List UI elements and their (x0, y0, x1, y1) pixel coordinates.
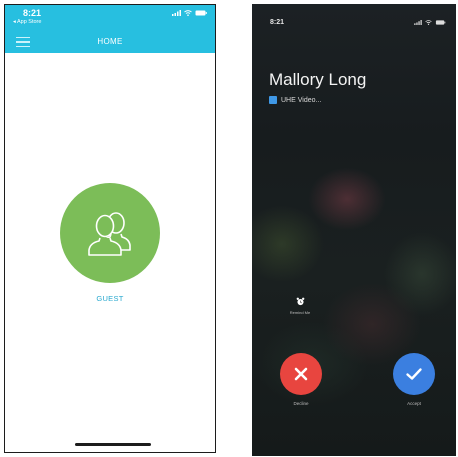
battery-icon (195, 10, 207, 16)
remind-me-button[interactable]: Remind Me (282, 297, 318, 315)
guest-button[interactable] (60, 183, 160, 283)
page-title: HOME (97, 37, 123, 46)
nav-bar: HOME (5, 31, 215, 53)
status-time: 8:21 (23, 8, 42, 18)
home-screen: 8:21 ◂ App Store HOME GUEST (4, 4, 216, 453)
guest-label[interactable]: GUEST (96, 294, 123, 303)
alarm-clock-icon (296, 297, 304, 306)
decline-button[interactable]: Decline (280, 353, 322, 406)
checkmark-icon (406, 368, 422, 380)
signal-icon (414, 20, 422, 25)
caller-app-row: UHE Video... (269, 96, 321, 104)
caller-app-name: UHE Video... (281, 96, 322, 104)
back-to-app-store-link[interactable]: ◂ App Store (13, 19, 41, 25)
decline-circle[interactable] (280, 353, 322, 395)
accept-button[interactable]: Accept (393, 353, 435, 406)
battery-icon (435, 20, 446, 25)
accept-label: Accept (407, 401, 421, 406)
decline-label: Decline (293, 401, 309, 406)
system-icons (414, 20, 446, 25)
remind-me-label: Remind Me (289, 310, 311, 315)
incoming-call-screen: 8:21 Mallory Long UHE Video... Remind Me (252, 4, 456, 456)
accept-circle[interactable] (393, 353, 435, 395)
close-x-icon (294, 367, 308, 381)
status-bar: 8:21 ◂ App Store (5, 5, 215, 31)
guest-section: GUEST (5, 183, 215, 303)
caller-name: Mallory Long (269, 70, 367, 89)
system-icons (172, 10, 207, 16)
status-time: 8:21 (270, 19, 285, 26)
signal-icon (172, 10, 181, 16)
guest-users-icon (88, 212, 131, 256)
app-badge-icon (269, 96, 277, 104)
wifi-icon (184, 10, 192, 16)
home-indicator[interactable] (75, 443, 151, 446)
wifi-icon (425, 20, 432, 25)
